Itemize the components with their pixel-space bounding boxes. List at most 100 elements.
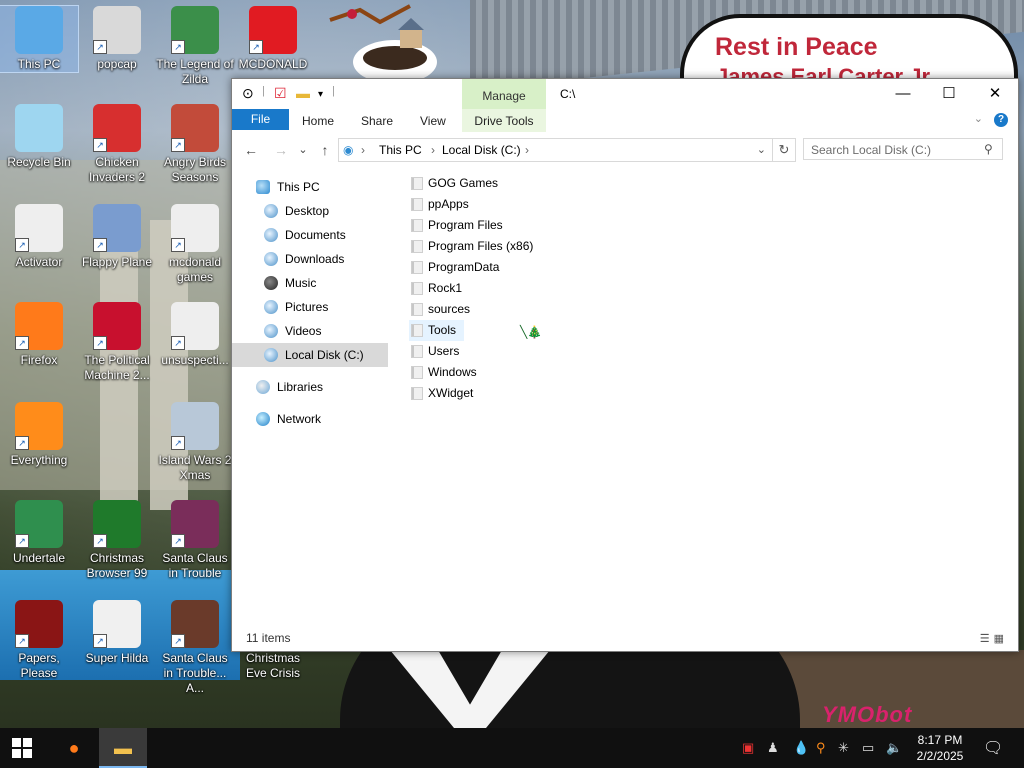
desktop-icon[interactable]: Recycle Bin bbox=[0, 104, 78, 170]
large-icons-view-icon[interactable]: ▦ bbox=[994, 633, 1008, 645]
desktop-icon[interactable]: ↗ Santa Claus in Trouble bbox=[156, 500, 234, 581]
desktop-icon[interactable]: ↗ mcdonald games bbox=[156, 204, 234, 285]
desktop-icon[interactable]: ↗ Flappy Plane bbox=[78, 204, 156, 270]
breadcrumb-this-pc[interactable]: This PC bbox=[379, 139, 422, 161]
folder-item[interactable]: Program Files bbox=[409, 215, 511, 236]
desktop-icon[interactable]: ↗ popcap bbox=[78, 6, 156, 72]
desktop-icon-label: Recycle Bin bbox=[7, 155, 71, 169]
clock[interactable]: 8:17 PM 2/2/2025 bbox=[908, 732, 972, 764]
desktop-icon[interactable]: ↗ Angry Birds Seasons bbox=[156, 104, 234, 185]
security-tray-icon[interactable]: ▣ bbox=[742, 740, 754, 756]
desktop-icon[interactable]: ↗ The Legend of Zilda bbox=[156, 6, 234, 87]
start-button[interactable] bbox=[12, 738, 32, 758]
shortcut-arrow-icon: ↗ bbox=[93, 238, 107, 252]
refresh-button[interactable]: ↻ bbox=[773, 138, 796, 162]
folder-item[interactable]: Program Files (x86) bbox=[409, 236, 541, 257]
shortcut-arrow-icon: ↗ bbox=[171, 40, 185, 54]
tab-view[interactable]: View bbox=[410, 109, 456, 132]
drive-icon[interactable]: ⊙ bbox=[242, 85, 254, 102]
up-button[interactable]: ↑ bbox=[314, 139, 336, 161]
desktop-icon[interactable]: ↗ Super Hilda bbox=[78, 600, 156, 666]
desktop-icon[interactable]: ↗ unsuspecti... bbox=[156, 302, 234, 368]
people-tray-icon[interactable]: ♟ bbox=[767, 740, 779, 756]
folder-item[interactable]: GOG Games bbox=[409, 173, 506, 194]
everything-tray-icon[interactable]: ⚲ bbox=[816, 740, 826, 756]
nav-item[interactable]: Documents bbox=[232, 223, 346, 247]
snowflake-tray-icon[interactable]: ✳ bbox=[838, 740, 849, 756]
nav-item[interactable]: Desktop bbox=[232, 199, 329, 223]
search-icon[interactable]: ⚲ bbox=[984, 142, 993, 156]
folder-name: sources bbox=[428, 302, 471, 316]
tab-drive-tools[interactable]: Drive Tools bbox=[462, 109, 546, 132]
desktop-icon[interactable]: ↗ Santa Claus in Trouble... A... bbox=[156, 600, 234, 696]
drop-tray-icon[interactable]: 💧 bbox=[793, 740, 809, 756]
network-tray-icon[interactable]: ▭ bbox=[862, 740, 874, 756]
desktop-icon[interactable]: ↗ Activator bbox=[0, 204, 78, 270]
lib-nav-icon bbox=[256, 380, 270, 394]
folder-item[interactable]: ProgramData bbox=[409, 257, 507, 278]
desktop-icon[interactable]: ↗ Christmas Browser 99 bbox=[78, 500, 156, 581]
desktop-icon[interactable]: ↗ Chicken Invaders 2 bbox=[78, 104, 156, 185]
new-folder-icon[interactable]: ▬ bbox=[296, 85, 310, 101]
breadcrumb-local-disk[interactable]: Local Disk (C:) bbox=[442, 139, 521, 161]
forward-button[interactable]: → bbox=[270, 139, 292, 161]
nav-item[interactable]: Music bbox=[232, 271, 316, 295]
back-button[interactable]: ← bbox=[240, 139, 262, 161]
folder-item[interactable]: XWidget bbox=[409, 383, 481, 404]
tab-file[interactable]: File bbox=[232, 109, 289, 130]
desktop-icon[interactable]: ↗ Firefox bbox=[0, 302, 78, 368]
nav-item[interactable]: Videos bbox=[232, 319, 321, 343]
window-title: C:\ bbox=[560, 87, 576, 101]
folder-item[interactable]: Rock1 bbox=[409, 278, 470, 299]
desktop-icon[interactable]: ↗ Papers, Please bbox=[0, 600, 78, 681]
expand-ribbon-icon[interactable]: ⌄ bbox=[974, 113, 983, 125]
recent-locations-icon[interactable]: ⌄ bbox=[292, 139, 314, 161]
nav-item[interactable]: This PC bbox=[232, 175, 320, 199]
folder-item[interactable]: Windows bbox=[409, 362, 485, 383]
quick-access-dropdown-icon[interactable]: ▾ bbox=[318, 89, 323, 100]
search-input[interactable]: Search Local Disk (C:) bbox=[803, 138, 1003, 160]
computer-icon: ◉ bbox=[343, 143, 354, 157]
desktop-icon-label: Firefox bbox=[20, 353, 58, 367]
volume-tray-icon[interactable]: 🔈 bbox=[886, 740, 902, 756]
clock-time: 8:17 PM bbox=[917, 733, 963, 747]
nav-item[interactable]: Downloads bbox=[232, 247, 344, 271]
folder-item[interactable]: Tools bbox=[409, 320, 465, 341]
maximize-button[interactable]: ☐ bbox=[926, 79, 972, 109]
desktop-icon[interactable]: ↗ The Political Machine 2... bbox=[78, 302, 156, 383]
tab-share[interactable]: Share bbox=[351, 109, 403, 132]
nav-item[interactable]: Network bbox=[232, 407, 321, 431]
shortcut-arrow-icon: ↗ bbox=[15, 534, 29, 548]
action-center-icon[interactable]: 🗨 bbox=[983, 738, 1003, 758]
desktop-icon[interactable]: ↗ Undertale bbox=[0, 500, 78, 566]
taskbar-firefox-icon[interactable]: ● bbox=[50, 728, 98, 768]
shortcut-arrow-icon: ↗ bbox=[93, 634, 107, 648]
details-view-icon[interactable]: ☰ bbox=[980, 633, 994, 645]
folder-name: Program Files bbox=[428, 218, 503, 232]
taskbar-file-explorer-icon[interactable]: ▬ bbox=[99, 728, 147, 768]
folder-item[interactable]: Users bbox=[409, 341, 467, 362]
file-explorer-window[interactable]: ⊙ | ☑ ▬ ▾ | Manage C:\ — ☐ ✕ File Home S… bbox=[231, 78, 1019, 652]
manage-tab[interactable]: Manage bbox=[462, 79, 546, 109]
desktop-icon[interactable]: ↗ MCDONALD bbox=[234, 6, 312, 72]
nav-item[interactable]: Local Disk (C:) bbox=[232, 343, 388, 367]
minimize-button[interactable]: — bbox=[880, 79, 926, 109]
app-icon bbox=[15, 104, 63, 152]
nav-item[interactable]: Pictures bbox=[232, 295, 328, 319]
desktop-icon[interactable]: ↗ Island Wars 2 Xmas bbox=[156, 402, 234, 483]
address-dropdown-icon[interactable]: ⌄ bbox=[757, 139, 766, 161]
address-bar[interactable]: ◉ › This PC › Local Disk (C:) › ⌄ bbox=[338, 138, 773, 162]
tab-home[interactable]: Home bbox=[292, 109, 344, 132]
folder-item[interactable]: sources bbox=[409, 299, 478, 320]
title-bar[interactable]: ⊙ | ☑ ▬ ▾ | Manage C:\ — ☐ ✕ bbox=[232, 79, 1018, 109]
desktop-icon[interactable]: ↗ Everything bbox=[0, 402, 78, 468]
help-icon[interactable]: ? bbox=[994, 113, 1008, 127]
desktop-icon[interactable]: This PC bbox=[0, 5, 79, 73]
close-button[interactable]: ✕ bbox=[972, 79, 1018, 109]
shortcut-arrow-icon: ↗ bbox=[15, 634, 29, 648]
properties-icon[interactable]: ☑ bbox=[274, 85, 287, 102]
nav-item[interactable]: Libraries bbox=[232, 375, 323, 399]
folder-item[interactable]: ppApps bbox=[409, 194, 477, 215]
desktop-icon-label: Santa Claus in Trouble bbox=[162, 551, 228, 580]
app-icon: ↗ bbox=[171, 204, 219, 252]
